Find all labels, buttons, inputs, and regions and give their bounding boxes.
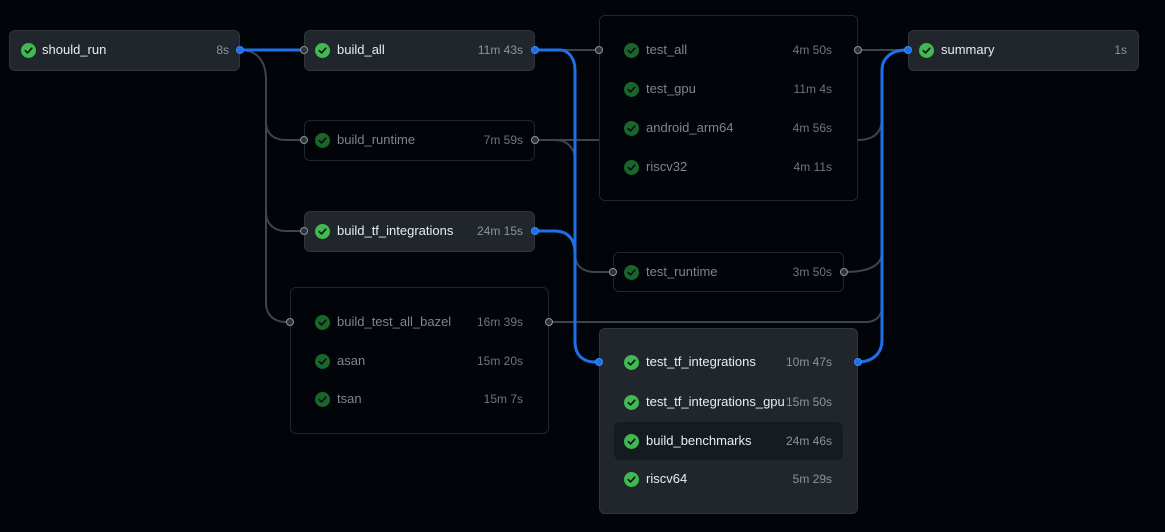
job-duration: 1s xyxy=(1114,43,1127,57)
job-name: build_all xyxy=(337,42,385,57)
port-build-all-in xyxy=(300,46,308,54)
port-build-runtime-out xyxy=(531,136,539,144)
job-duration: 16m 39s xyxy=(476,315,523,329)
job-name: should_run xyxy=(42,42,107,57)
port-bazel-out xyxy=(545,318,553,326)
port-tf-group-in xyxy=(595,358,603,366)
port-build-tf-integrations-in xyxy=(300,227,308,235)
check-circle-icon xyxy=(315,42,330,58)
job-summary[interactable]: summary 1s xyxy=(909,31,1138,69)
check-circle-icon xyxy=(21,42,36,58)
job-name: test_tf_integrations xyxy=(646,354,756,369)
port-test-group-out xyxy=(854,46,862,54)
job-duration: 3m 50s xyxy=(792,265,832,279)
port-build-all-out xyxy=(531,46,539,54)
job-duration: 10m 47s xyxy=(785,355,832,369)
check-circle-icon xyxy=(624,471,639,487)
port-test-runtime-in xyxy=(609,268,617,276)
job-name: build_test_all_bazel xyxy=(337,314,452,329)
check-circle-icon xyxy=(919,42,934,58)
port-build-runtime-in xyxy=(300,136,308,144)
port-should-run-out xyxy=(236,46,244,54)
job-name: test_all xyxy=(646,42,688,57)
job-duration: 5m 29s xyxy=(792,472,832,486)
dependency-edges xyxy=(239,48,908,364)
job-should-run[interactable]: should_run 8s xyxy=(10,31,239,69)
check-circle-icon xyxy=(624,394,639,410)
job-duration: 4m 56s xyxy=(792,121,832,135)
job-duration: 8s xyxy=(216,43,229,57)
check-circle-icon xyxy=(315,353,330,369)
check-circle-icon xyxy=(624,433,639,449)
job-build-tf-integrations[interactable]: build_tf_integrations 24m 15s xyxy=(305,212,534,250)
port-bazel-in xyxy=(286,318,294,326)
job-duration: 24m 46s xyxy=(785,434,832,448)
port-test-runtime-out xyxy=(840,268,848,276)
job-riscv32[interactable]: riscv32 4m 11s xyxy=(614,148,843,186)
job-duration: 11m 43s xyxy=(477,43,523,57)
check-circle-icon xyxy=(315,314,330,330)
port-test-group-in xyxy=(595,46,603,54)
job-name: test_tf_integrations_gpu xyxy=(646,394,785,409)
job-duration: 15m 20s xyxy=(476,354,523,368)
job-riscv64[interactable]: riscv64 5m 29s xyxy=(614,460,843,498)
job-test-gpu[interactable]: test_gpu 11m 4s xyxy=(614,70,843,108)
job-name: tsan xyxy=(337,391,362,406)
job-android-arm64[interactable]: android_arm64 4m 56s xyxy=(614,109,843,147)
edge-should-run-to-build-test-all-bazel xyxy=(265,210,290,323)
job-name: build_benchmarks xyxy=(646,433,752,448)
job-name: riscv64 xyxy=(646,471,688,486)
job-build-all[interactable]: build_all 11m 43s xyxy=(305,31,534,69)
job-name: test_gpu xyxy=(646,81,696,96)
job-duration: 4m 11s xyxy=(793,160,832,174)
port-summary-in xyxy=(904,46,912,54)
job-test-all[interactable]: test_all 4m 50s xyxy=(614,31,843,69)
job-name: summary xyxy=(941,42,995,57)
job-build-test-all-bazel[interactable]: build_test_all_bazel 16m 39s xyxy=(305,303,534,341)
check-circle-icon xyxy=(624,81,639,97)
check-circle-icon xyxy=(624,42,639,58)
job-build-runtime[interactable]: build_runtime 7m 59s xyxy=(305,121,534,159)
check-circle-icon xyxy=(624,120,639,136)
edge-should-run-to-build-runtime xyxy=(239,49,304,141)
job-duration: 11m 4s xyxy=(793,82,832,96)
job-build-benchmarks[interactable]: build_benchmarks 24m 46s xyxy=(614,422,843,460)
job-name: asan xyxy=(337,353,366,368)
job-name: build_tf_integrations xyxy=(337,223,454,238)
job-tsan[interactable]: tsan 15m 7s xyxy=(305,380,534,418)
job-test-tf-integrations[interactable]: test_tf_integrations 10m 47s xyxy=(614,343,843,381)
job-duration: 15m 7s xyxy=(483,392,523,406)
check-circle-icon xyxy=(315,391,330,407)
job-duration: 24m 15s xyxy=(476,224,523,238)
job-duration: 4m 50s xyxy=(792,43,832,57)
job-name: test_runtime xyxy=(646,264,718,279)
job-name: build_runtime xyxy=(337,132,416,147)
job-duration: 7m 59s xyxy=(483,133,523,147)
job-duration: 15m 50s xyxy=(785,395,832,409)
job-test-runtime[interactable]: test_runtime 3m 50s xyxy=(614,253,843,291)
port-build-tf-integrations-out xyxy=(531,227,539,235)
job-test-tf-integrations-gpu[interactable]: test_tf_integrations_gpu 15m 50s xyxy=(614,383,843,421)
port-tf-group-out xyxy=(854,358,862,366)
check-circle-icon xyxy=(624,264,639,280)
check-circle-icon xyxy=(624,354,639,370)
check-circle-icon xyxy=(315,223,330,239)
edge-test-tf-integrations-to-summary xyxy=(857,48,908,364)
job-name: android_arm64 xyxy=(646,120,734,135)
job-asan[interactable]: asan 15m 20s xyxy=(305,342,534,380)
check-circle-icon xyxy=(315,132,330,148)
check-circle-icon xyxy=(624,159,639,175)
job-name: riscv32 xyxy=(646,159,688,174)
